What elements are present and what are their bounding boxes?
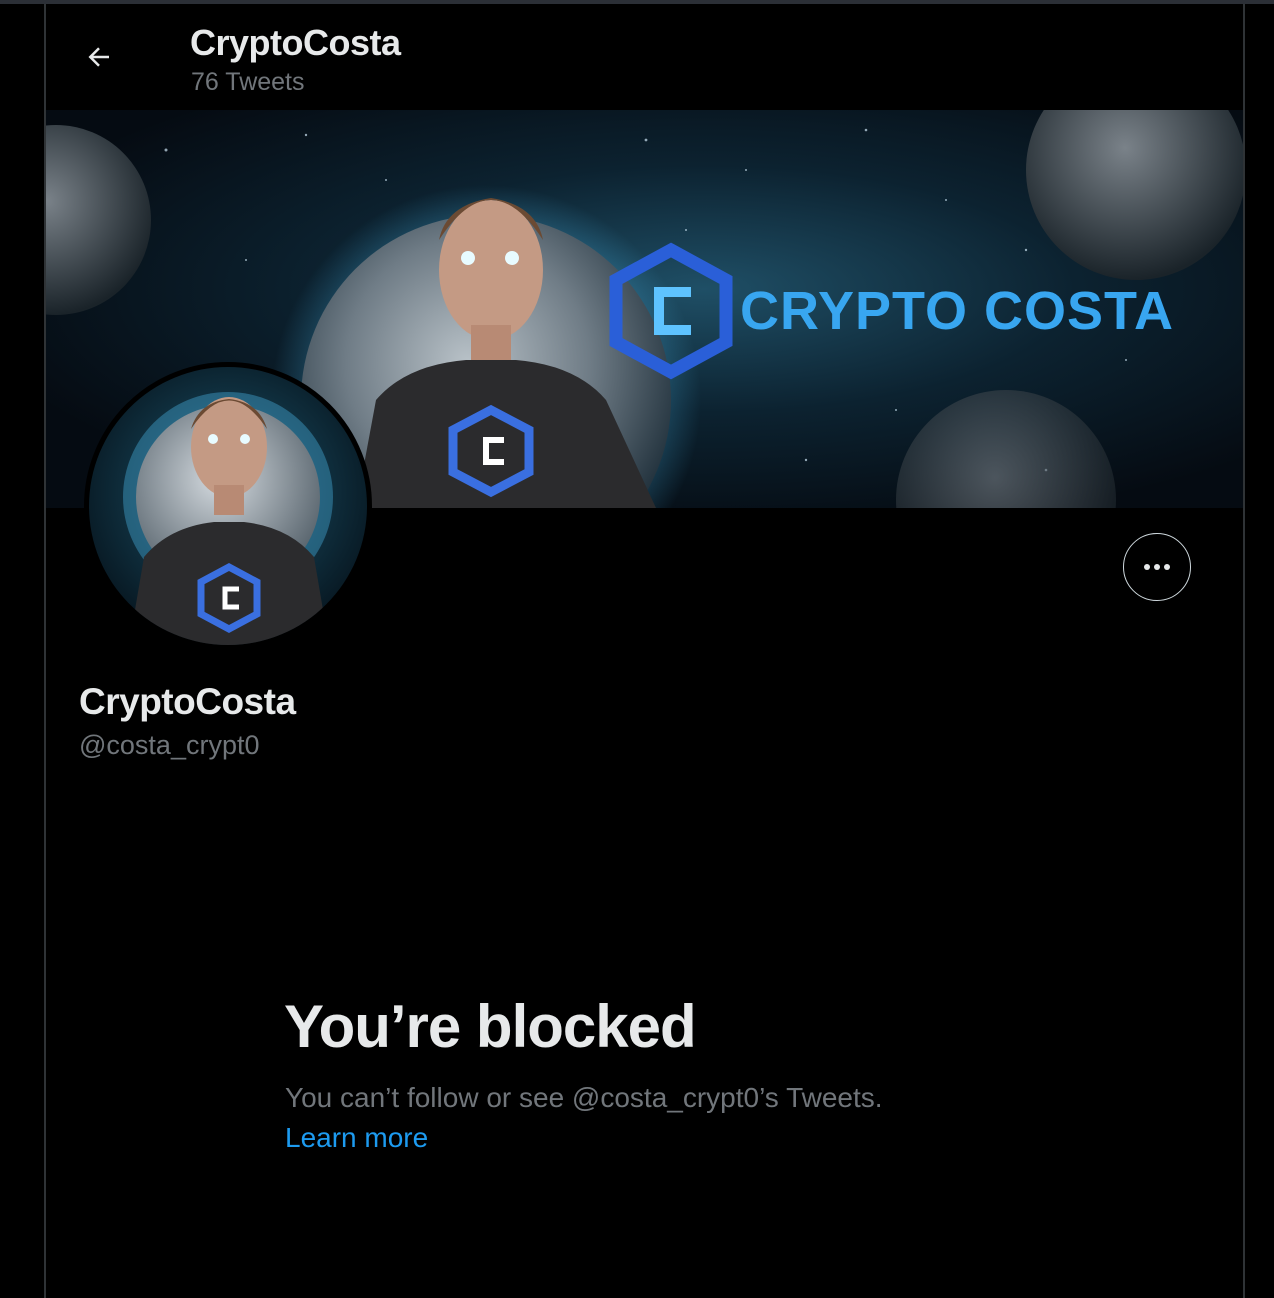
arrow-left-icon [88, 47, 109, 67]
avatar-image [89, 367, 367, 645]
ellipsis-icon [1144, 564, 1170, 570]
more-options-button[interactable] [1123, 533, 1191, 601]
profile-handle: @costa_crypt0 [79, 730, 260, 760]
learn-more-link[interactable]: Learn more [285, 1122, 428, 1154]
blocked-message: You can’t follow or see @costa_crypt0’s … [285, 1082, 883, 1113]
avatar[interactable] [84, 362, 372, 650]
profile-name: CryptoCosta [79, 681, 296, 722]
tweet-count: 76 Tweets [191, 68, 305, 96]
profile-column: CryptoCosta 76 Tweets CRYPTO COSTA Crypt… [44, 4, 1245, 1298]
banner-brand-text: CRYPTO COSTA [740, 281, 1175, 341]
profile-header: CryptoCosta 76 Tweets [46, 4, 1243, 110]
header-title: CryptoCosta [190, 22, 401, 63]
back-button[interactable] [76, 34, 122, 80]
blocked-title: You’re blocked [284, 993, 697, 1060]
